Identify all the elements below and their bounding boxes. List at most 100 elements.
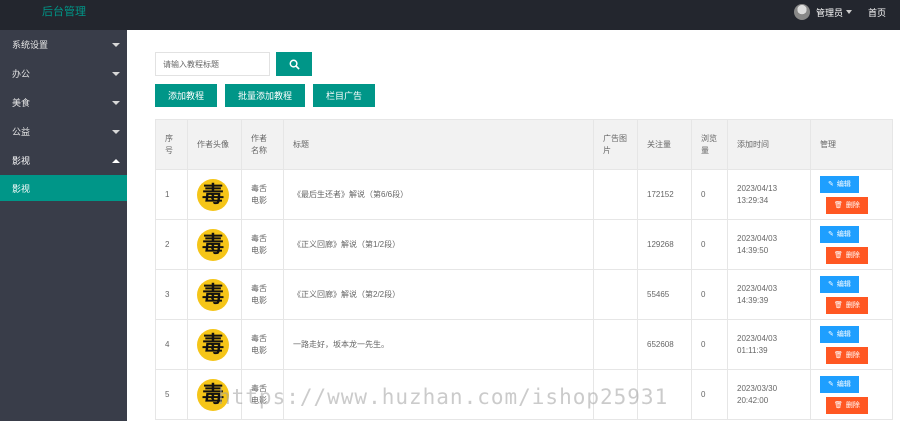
view-count: 0 (691, 219, 728, 270)
delete-button[interactable]: 🗑 删除 (826, 196, 868, 214)
sidebar-item-label: 系统设置 (12, 40, 49, 50)
edit-icon: ✎ (828, 281, 834, 288)
author-name: 毒舌电影 (241, 169, 284, 220)
author-avatar-cell: 毒 (187, 169, 242, 220)
column-header: 作者名称 (241, 119, 284, 170)
row-number: 2 (155, 219, 188, 270)
admin-label: 管理员 (815, 7, 843, 18)
author-avatar-cell: 毒 (187, 319, 242, 370)
user-avatar[interactable] (793, 4, 810, 20)
main-content: 添加教程 批量添加教程 栏目广告 序号 作者头像 作者名称 标题 广告图片 关注… (127, 30, 900, 421)
sidebar-item-label: 办公 (12, 69, 31, 79)
tutorial-table: 序号 作者头像 作者名称 标题 广告图片 关注量 浏览量 添加时间 管理 1 毒… (155, 119, 893, 420)
edit-button[interactable]: ✎ 编辑 (820, 275, 859, 293)
view-count: 0 (691, 269, 728, 320)
sidebar: 系统设置 办公 美食 公益 影视 影视 (0, 30, 127, 421)
table-header-row: 序号 作者头像 作者名称 标题 广告图片 关注量 浏览量 添加时间 管理 (155, 119, 893, 170)
sidebar-item-label: 美食 (12, 98, 31, 108)
delete-button[interactable]: 🗑 删除 (826, 346, 868, 364)
search-button[interactable] (276, 52, 312, 76)
manage-cell: ✎ 编辑 🗑 删除 (810, 169, 893, 220)
author-name: 毒舌电影 (241, 269, 284, 320)
chevron-down-icon (112, 100, 120, 105)
admin-menu[interactable]: 管理员 (816, 6, 852, 19)
column-header: 管理 (810, 119, 893, 170)
row-number: 5 (155, 369, 188, 420)
row-title: 《正义回廊》解说（第1/2段） (283, 219, 594, 270)
chevron-down-icon (112, 129, 120, 134)
follow-count: 172152 (637, 169, 692, 220)
row-number: 3 (155, 269, 188, 320)
added-time: 2023/04/03 14:39:50 (727, 219, 811, 270)
chevron-down-icon (112, 71, 120, 76)
trash-icon: 🗑 (834, 252, 843, 259)
top-bar: 后台管理 管理员 首页 (0, 0, 900, 30)
search-bar (155, 52, 312, 76)
sidebar-item-system[interactable]: 系统设置 (0, 30, 127, 59)
ad-image-cell (593, 169, 638, 220)
added-time: 2023/04/13 13:29:34 (727, 169, 811, 220)
author-avatar: 毒 (197, 228, 229, 261)
column-header: 标题 (283, 119, 594, 170)
row-title: 《正义回廊》解说（第2/2段） (283, 269, 594, 320)
edit-button[interactable]: ✎ 编辑 (820, 175, 859, 193)
column-header: 作者头像 (187, 119, 242, 170)
trash-icon: 🗑 (834, 302, 843, 309)
delete-button[interactable]: 🗑 删除 (826, 396, 868, 414)
author-name: 毒舌电影 (241, 219, 284, 270)
trash-icon: 🗑 (834, 402, 843, 409)
edit-icon: ✎ (828, 331, 834, 338)
edit-icon: ✎ (828, 231, 834, 238)
column-header: 关注量 (637, 119, 692, 170)
sidebar-item-film[interactable]: 影视 (0, 146, 127, 175)
sidebar-subitem-film[interactable]: 影视 (0, 175, 127, 201)
follow-count: 652608 (637, 319, 692, 370)
manage-cell: ✎ 编辑 🗑 删除 (810, 369, 893, 420)
sidebar-item-label: 影视 (12, 156, 31, 166)
batch-add-tutorial-button[interactable]: 批量添加教程 (225, 84, 306, 107)
watermark: https://www.huzhan.com/ishop25931 (218, 385, 669, 409)
author-avatar-cell: 毒 (187, 269, 242, 320)
column-header: 浏览量 (691, 119, 728, 170)
sidebar-item-food[interactable]: 美食 (0, 88, 127, 117)
added-time: 2023/03/30 20:42:00 (727, 369, 811, 420)
view-count: 0 (691, 369, 728, 420)
added-time: 2023/04/03 14:39:39 (727, 269, 811, 320)
edit-icon: ✎ (828, 181, 834, 188)
view-count: 0 (691, 169, 728, 220)
author-avatar: 毒 (197, 178, 229, 211)
search-input[interactable] (155, 52, 270, 76)
sidebar-item-label: 公益 (12, 127, 31, 137)
ad-image-cell (593, 269, 638, 320)
manage-cell: ✎ 编辑 🗑 删除 (810, 269, 893, 320)
column-ad-button[interactable]: 栏目广告 (313, 84, 376, 107)
author-avatar: 毒 (197, 278, 229, 311)
edit-button[interactable]: ✎ 编辑 (820, 225, 859, 243)
action-buttons: 添加教程 批量添加教程 栏目广告 (155, 84, 376, 107)
row-title: 《最后生还者》解说（第6/6段） (283, 169, 594, 220)
edit-button[interactable]: ✎ 编辑 (820, 325, 859, 343)
author-avatar: 毒 (197, 328, 229, 361)
column-header: 广告图片 (593, 119, 638, 170)
add-tutorial-button[interactable]: 添加教程 (155, 84, 218, 107)
ad-image-cell (593, 319, 638, 370)
delete-button[interactable]: 🗑 删除 (826, 296, 868, 314)
added-time: 2023/04/03 01:11:39 (727, 319, 811, 370)
home-link[interactable]: 首页 (868, 6, 886, 19)
sidebar-item-office[interactable]: 办公 (0, 59, 127, 88)
delete-button[interactable]: 🗑 删除 (826, 246, 868, 264)
table-row: 3 毒 毒舌电影 《正义回廊》解说（第2/2段） 55465 0 2023/04… (155, 269, 893, 320)
view-count: 0 (691, 319, 728, 370)
manage-cell: ✎ 编辑 🗑 删除 (810, 219, 893, 270)
edit-button[interactable]: ✎ 编辑 (820, 375, 859, 393)
edit-icon: ✎ (828, 381, 834, 388)
author-name: 毒舌电影 (241, 319, 284, 370)
top-right-menu: 管理员 首页 (793, 0, 886, 24)
row-number: 4 (155, 319, 188, 370)
author-avatar-cell: 毒 (187, 219, 242, 270)
row-title: 一路走好，坂本龙一先生。 (283, 319, 594, 370)
sidebar-item-charity[interactable]: 公益 (0, 117, 127, 146)
trash-icon: 🗑 (834, 202, 843, 209)
search-icon (289, 59, 300, 70)
column-header: 序号 (155, 119, 188, 170)
